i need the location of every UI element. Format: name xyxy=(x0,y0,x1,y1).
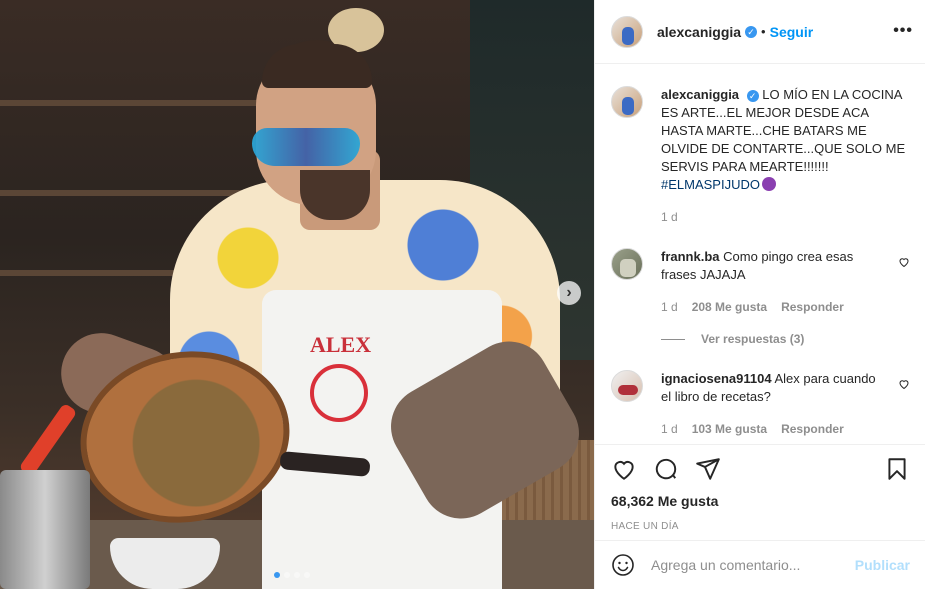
comment-meta: 1 d 103 Me gusta Responder xyxy=(661,420,883,438)
publish-button[interactable]: Publicar xyxy=(855,557,910,573)
comment-username[interactable]: ignaciosena91104 xyxy=(661,371,772,386)
avatar[interactable] xyxy=(611,248,643,280)
add-comment-bar: Publicar xyxy=(595,540,925,589)
comment-item: ignaciosena91104 Alex para cuando el lib… xyxy=(595,370,925,438)
masterchef-logo xyxy=(310,364,368,422)
follow-button[interactable]: Seguir xyxy=(770,24,814,40)
post-caption: alexcaniggia ✓ LO MÍO EN LA COCINA ES AR… xyxy=(595,64,925,226)
comment-body: ignaciosena91104 Alex para cuando el lib… xyxy=(661,370,883,438)
caption-hashtag[interactable]: #ELMASPIJUDO xyxy=(661,177,760,192)
next-photo-button[interactable]: › xyxy=(557,281,581,305)
action-icons xyxy=(611,455,910,483)
comment-input[interactable] xyxy=(651,557,855,573)
avatar[interactable] xyxy=(611,370,643,402)
comment-item: frannk.ba Como pingo crea esas frases JA… xyxy=(595,248,925,316)
metal-pot xyxy=(0,470,90,589)
heart-icon[interactable] xyxy=(898,256,910,268)
comment-username[interactable]: frannk.ba xyxy=(661,249,720,264)
caption-timestamp[interactable]: 1 d xyxy=(661,208,910,226)
comment-timestamp[interactable]: 1 d xyxy=(661,420,678,438)
eggplant-emoji-icon xyxy=(761,177,776,191)
comment-likes[interactable]: 103 Me gusta xyxy=(692,420,767,438)
avatar[interactable] xyxy=(611,15,643,48)
view-replies-label: Ver respuestas (3) xyxy=(701,332,805,346)
likes-count[interactable]: 68,362 Me gusta xyxy=(611,493,910,509)
comment-icon[interactable] xyxy=(653,456,679,482)
heart-icon[interactable] xyxy=(898,378,910,390)
view-replies-button[interactable]: Ver respuestas (3) xyxy=(661,332,804,346)
comment-meta: 1 d 208 Me gusta Responder xyxy=(661,298,883,316)
separator-dot: • xyxy=(761,24,766,39)
spatula xyxy=(18,402,78,478)
background-shelf xyxy=(0,100,260,106)
apron-name: ALEX xyxy=(310,332,372,357)
verified-icon: ✓ xyxy=(746,90,759,102)
caption-username[interactable]: alexcaniggia xyxy=(661,87,739,102)
carousel-dot[interactable] xyxy=(274,572,280,578)
verified-icon: ✓ xyxy=(745,25,758,38)
avatar[interactable] xyxy=(611,86,643,118)
background-shelf xyxy=(0,190,260,196)
comment-likes[interactable]: 208 Me gusta xyxy=(692,298,767,316)
person-hair-top xyxy=(262,44,372,88)
reply-button[interactable]: Responder xyxy=(781,420,844,438)
comments-section[interactable]: alexcaniggia ✓ LO MÍO EN LA COCINA ES AR… xyxy=(595,64,925,444)
heart-icon[interactable] xyxy=(611,456,637,482)
person-sunglasses xyxy=(252,128,360,166)
person-beard xyxy=(300,170,370,220)
post-photo[interactable]: ALEX › xyxy=(0,0,594,589)
emoji-icon[interactable] xyxy=(611,553,635,577)
comment-timestamp[interactable]: 1 d xyxy=(661,298,678,316)
reply-button[interactable]: Responder xyxy=(781,298,844,316)
bookmark-icon[interactable] xyxy=(884,456,910,482)
carousel-dot[interactable] xyxy=(284,572,290,578)
comment-body: frannk.ba Como pingo crea esas frases JA… xyxy=(661,248,883,316)
post-header: alexcaniggia ✓ • Seguir ••• xyxy=(595,0,925,64)
carousel-dots xyxy=(274,572,310,578)
more-icon[interactable]: ••• xyxy=(893,22,913,40)
caption-body: alexcaniggia ✓ LO MÍO EN LA COCINA ES AR… xyxy=(661,86,910,226)
view-replies-line xyxy=(661,338,685,340)
post-username[interactable]: alexcaniggia xyxy=(657,24,741,40)
post-timestamp[interactable]: HACE UN DÍA xyxy=(611,521,910,532)
carousel-dot[interactable] xyxy=(294,572,300,578)
share-icon[interactable] xyxy=(695,456,721,482)
post-details-panel: alexcaniggia ✓ • Seguir ••• alexcaniggia… xyxy=(594,0,925,589)
chevron-right-icon: › xyxy=(566,284,572,301)
post-actions: 68,362 Me gusta HACE UN DÍA xyxy=(595,444,925,532)
carousel-dot[interactable] xyxy=(304,572,310,578)
